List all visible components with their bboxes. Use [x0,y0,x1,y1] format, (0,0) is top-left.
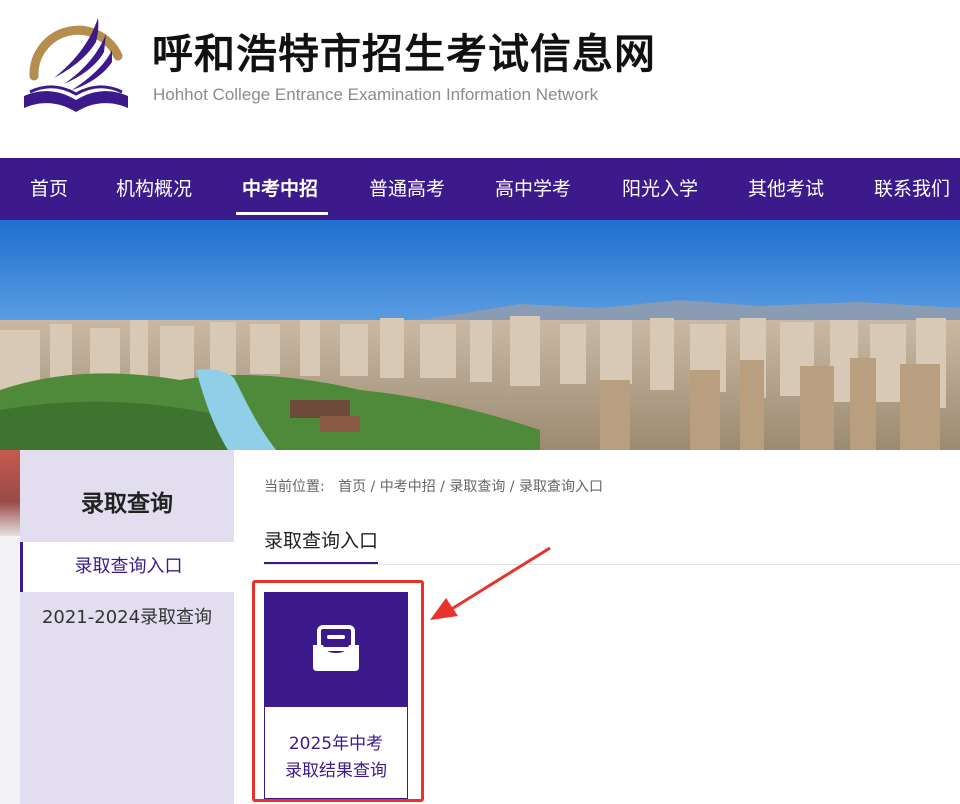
red-arrow-icon [430,546,551,620]
site-subtitle: Hohhot College Entrance Examination Info… [153,85,599,104]
breadcrumb-separator: / [509,479,515,495]
sidebar-item-admission-entry[interactable]: 录取查询入口 [20,542,234,592]
breadcrumb-zhongkao[interactable]: 中考中招 [380,479,436,495]
card-label-line2: 录取结果查询 [285,761,387,781]
nav-item-organization[interactable]: 机构概况 [116,158,192,220]
card-label-line1: 2025年中考 [288,734,384,754]
nav-item-home[interactable]: 首页 [30,158,68,220]
breadcrumb-admission-entry[interactable]: 录取查询入口 [519,479,603,495]
site-title: 呼和浩特市招生考试信息网 [152,30,656,78]
nav-active-underline [236,212,328,215]
section-title: 录取查询入口 [264,526,379,564]
admission-result-query-card[interactable]: 2025年中考 录取结果查询 [264,592,408,799]
sidebar: 录取查询 录取查询入口 2021-2024录取查询 [20,450,234,804]
main-nav: 首页 机构概况 中考中招 普通高考 高中学考 阳光入学 其他考试 联系我们 [0,158,960,220]
book-wing-logo[interactable] [20,12,132,116]
nav-item-zhongkao[interactable]: 中考中招 [242,158,318,220]
nav-item-other-exams[interactable]: 其他考试 [748,158,824,220]
nav-item-sunshine-enrollment[interactable]: 阳光入学 [622,158,698,220]
sidebar-item-2021-2024-admission[interactable]: 2021-2024录取查询 [20,592,234,644]
banner-edge-fragment [0,450,20,536]
card-icon-area [265,593,407,707]
breadcrumb: 当前位置: 首页 / 中考中招 / 录取查询 / 录取查询入口 [264,476,603,496]
left-edge-strip [0,450,20,804]
sidebar-title: 录取查询 [81,491,173,517]
section-divider [264,564,960,565]
nav-item-xuekao[interactable]: 高中学考 [495,158,571,220]
card-label: 2025年中考 录取结果查询 [265,731,407,785]
breadcrumb-prefix: 当前位置: [264,479,325,495]
breadcrumb-separator: / [440,479,445,495]
nav-item-gaokao[interactable]: 普通高考 [369,158,445,220]
breadcrumb-admission-query[interactable]: 录取查询 [449,479,505,495]
envelope-inbox-icon [313,625,359,671]
nav-item-contact[interactable]: 联系我们 [874,158,950,220]
city-banner-image [0,220,960,450]
breadcrumb-separator: / [370,479,376,495]
site-header: 呼和浩特市招生考试信息网 Hohhot College Entrance Exa… [0,0,960,158]
breadcrumb-home[interactable]: 首页 [338,479,366,495]
